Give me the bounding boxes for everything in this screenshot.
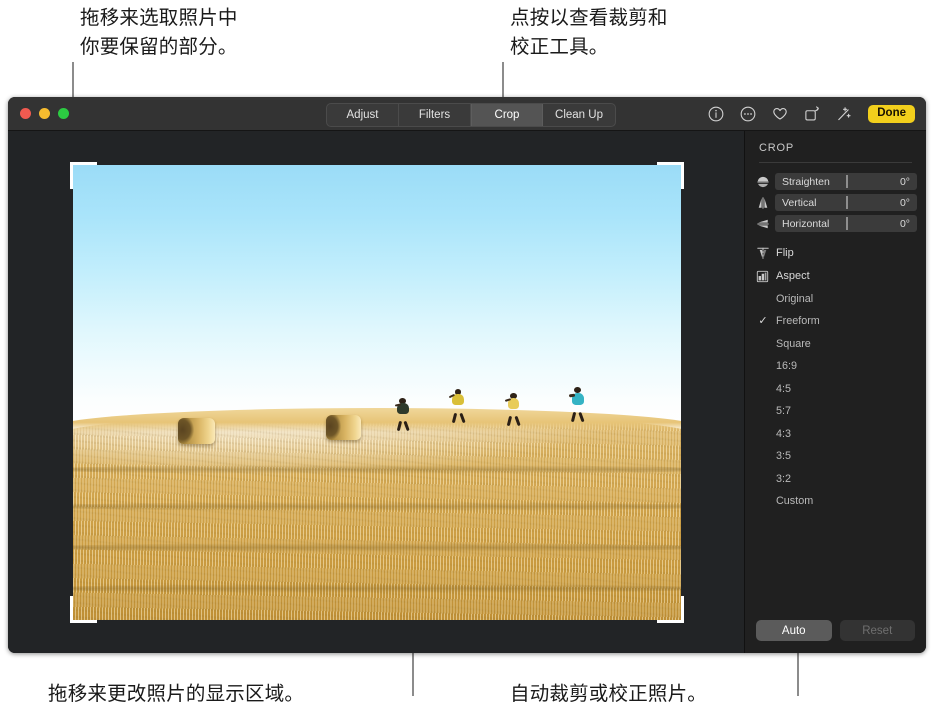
inspector-title: CROP — [759, 142, 794, 154]
window-titlebar: Adjust Filters Crop Clean Up Done — [8, 97, 926, 131]
done-button[interactable]: Done — [868, 104, 915, 124]
vertical-value: 0° — [899, 196, 910, 209]
aspect-option-label: Freeform — [776, 314, 820, 327]
edit-mode-segmented-control[interactable]: Adjust Filters Crop Clean Up — [326, 103, 616, 127]
vertical-label: Vertical — [782, 196, 817, 209]
aspect-option-custom[interactable]: Custom — [755, 492, 917, 509]
reset-button[interactable]: Reset — [839, 620, 915, 641]
callout-bottom-right: 自动裁剪或校正照片。 — [510, 683, 708, 705]
minimize-button[interactable] — [39, 108, 50, 119]
toolbar-actions: Done — [706, 102, 915, 126]
horizontal-slider-row[interactable]: Horizontal 0° — [755, 215, 917, 232]
aspect-option-label: 3:2 — [776, 472, 792, 485]
tab-adjust[interactable]: Adjust — [327, 104, 399, 126]
straighten-value: 0° — [899, 175, 910, 188]
aspect-option-5-7[interactable]: 5:7 — [755, 402, 917, 419]
auto-enhance-wand-icon[interactable] — [834, 105, 853, 124]
close-button[interactable] — [20, 108, 31, 119]
tab-clean-up[interactable]: Clean Up — [543, 104, 615, 126]
aspect-grid-icon — [755, 269, 770, 284]
runner-figure — [394, 398, 410, 431]
hay-bale — [325, 415, 362, 441]
photos-app-window: Adjust Filters Crop Clean Up Done CROP S… — [8, 97, 926, 653]
more-options-icon[interactable] — [738, 105, 757, 124]
screenshot-stage: 拖移来选取照片中 你要保留的部分。 点按以查看裁剪和 校正工具。 拖移来更改照片… — [0, 0, 934, 718]
photo-furrow — [73, 542, 681, 552]
vertical-slider[interactable]: Vertical 0° — [775, 194, 917, 211]
aspect-checkmark: ✓ — [758, 315, 768, 327]
aspect-option-label: Square — [776, 337, 811, 350]
aspect-option-freeform[interactable]: ✓ Freeform — [755, 312, 917, 329]
flip-label: Flip — [776, 247, 794, 259]
flip-menu-item[interactable]: Flip — [755, 244, 917, 262]
aspect-option-16-9[interactable]: 16:9 — [755, 357, 917, 374]
window-controls — [20, 108, 69, 119]
horizontal-knob[interactable] — [846, 217, 848, 230]
horizontal-perspective-icon — [755, 216, 770, 231]
aspect-option-3-2[interactable]: 3:2 — [755, 470, 917, 487]
zoom-button[interactable] — [58, 108, 69, 119]
aspect-option-label: 3:5 — [776, 449, 792, 462]
photo-furrow — [73, 465, 681, 475]
horizontal-label: Horizontal — [782, 217, 830, 230]
photo-furrow — [73, 583, 681, 593]
crop-handle-bottom-left[interactable] — [70, 596, 97, 623]
aspect-label: Aspect — [776, 270, 810, 282]
straighten-slider[interactable]: Straighten 0° — [775, 173, 917, 190]
aspect-menu-item[interactable]: Aspect — [755, 267, 917, 285]
auto-button[interactable]: Auto — [756, 620, 832, 641]
crop-handle-top-right[interactable] — [657, 162, 684, 189]
callout-top-left: 拖移来选取照片中 你要保留的部分。 — [80, 7, 238, 58]
tab-crop[interactable]: Crop — [471, 104, 543, 126]
aspect-option-label: 16:9 — [776, 359, 798, 372]
vertical-perspective-icon — [755, 195, 770, 210]
aspect-option-label: Original — [776, 292, 814, 305]
horizontal-value: 0° — [899, 217, 910, 230]
info-icon[interactable] — [706, 105, 725, 124]
straighten-knob[interactable] — [846, 175, 848, 188]
crop-handle-bottom-right[interactable] — [657, 596, 684, 623]
hay-bale — [178, 417, 216, 444]
straighten-slider-row[interactable]: Straighten 0° — [755, 173, 917, 190]
aspect-option-original[interactable]: Original — [755, 290, 917, 307]
vertical-slider-row[interactable]: Vertical 0° — [755, 194, 917, 211]
inspector-divider — [759, 162, 912, 163]
flip-icon — [755, 246, 770, 261]
aspect-option-4-5[interactable]: 4:5 — [755, 380, 917, 397]
crop-inspector-sidebar: CROP Straighten 0° Vertical 0° Horizonta… — [744, 131, 926, 653]
runner-figure — [569, 387, 586, 423]
runner-figure — [504, 393, 521, 426]
crop-handle-top-left[interactable] — [70, 162, 97, 189]
aspect-option-label: 4:3 — [776, 427, 792, 440]
crop-frame[interactable] — [70, 162, 684, 623]
aspect-option-label: 5:7 — [776, 404, 792, 417]
straighten-icon — [755, 174, 770, 189]
aspect-option-label: 4:5 — [776, 382, 792, 395]
inspector-footer-buttons: Auto Reset — [756, 620, 915, 641]
callout-top-center: 点按以查看裁剪和 校正工具。 — [510, 7, 668, 58]
horizontal-slider[interactable]: Horizontal 0° — [775, 215, 917, 232]
aspect-option-label: Custom — [776, 494, 814, 507]
rotate-icon[interactable] — [802, 105, 821, 124]
photo-furrow — [73, 501, 681, 511]
favorite-heart-icon[interactable] — [770, 105, 789, 124]
aspect-option-square[interactable]: Square — [755, 335, 917, 352]
tab-filters[interactable]: Filters — [399, 104, 471, 126]
callout-bottom-left: 拖移来更改照片的显示区域。 — [48, 683, 305, 705]
photo-image[interactable] — [73, 165, 681, 620]
aspect-option-4-3[interactable]: 4:3 — [755, 425, 917, 442]
runner-figure — [448, 388, 466, 423]
straighten-label: Straighten — [782, 175, 830, 188]
photo-canvas — [8, 131, 744, 653]
vertical-knob[interactable] — [846, 196, 848, 209]
photo-hill-ridge — [73, 408, 681, 433]
aspect-option-3-5[interactable]: 3:5 — [755, 447, 917, 464]
